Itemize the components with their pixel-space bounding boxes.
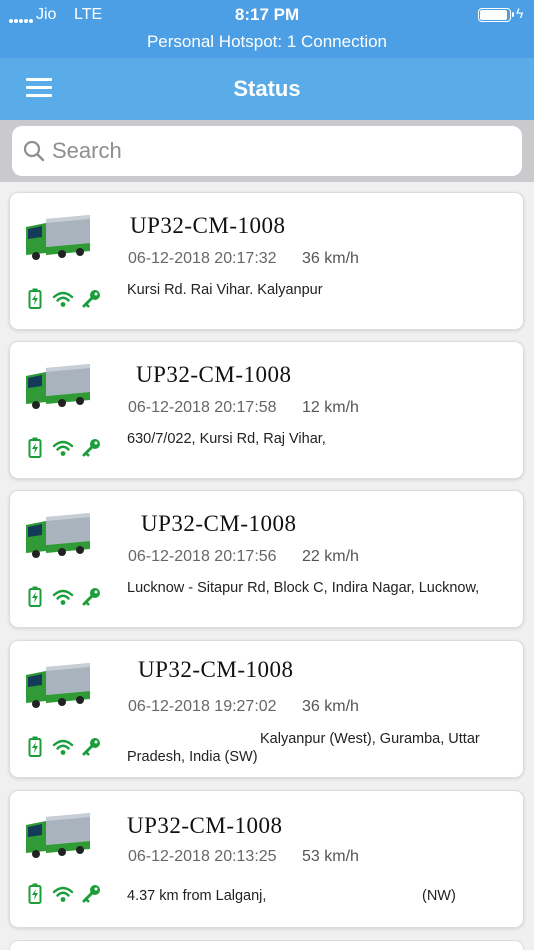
truck-icon xyxy=(26,663,90,708)
status-icons xyxy=(28,586,108,608)
ignition-key-icon xyxy=(82,290,100,308)
search-icon xyxy=(23,140,45,162)
last-update-time: 06-12-2018 20:17:58 xyxy=(128,399,277,416)
truck-icon xyxy=(26,215,90,260)
ignition-key-icon xyxy=(82,738,100,756)
vehicle-speed: 36 km/h xyxy=(302,698,359,715)
clock: 8:17 PM xyxy=(234,5,300,24)
vehicle-address: 4.37 km from Lalganj, xyxy=(127,888,267,904)
search-box[interactable] xyxy=(12,126,522,176)
last-update-time: 06-12-2018 20:17:56 xyxy=(128,548,277,565)
vehicle-card[interactable]: UP32-CM-1008 06-12-2018 20:17:32 36 km/h… xyxy=(9,192,524,330)
vehicle-plate: UP32-CM-1008 xyxy=(141,511,297,536)
vehicle-card[interactable]: UP32-CM-1008 06-12-2018 20:17:56 22 km/h… xyxy=(9,490,524,628)
truck-icon xyxy=(26,813,90,858)
vehicle-card[interactable]: UP32-CM-1008 06-12-2018 20:17:58 12 km/h… xyxy=(9,341,524,479)
battery-status-icon xyxy=(478,8,514,22)
vehicle-card[interactable] xyxy=(9,940,524,950)
vehicle-address: Kursi Rd. Rai Vihar. Kalyanpur xyxy=(127,282,323,298)
vehicle-plate: UP32-CM-1008 xyxy=(138,657,294,682)
vehicle-speed: 36 km/h xyxy=(302,250,359,267)
vehicle-card[interactable]: UP32-CM-1008 06-12-2018 20:13:25 53 km/h… xyxy=(9,790,524,928)
ignition-key-icon xyxy=(82,885,100,903)
vehicle-list: UP32-CM-1008 06-12-2018 20:17:32 36 km/h… xyxy=(0,182,534,950)
status-icons xyxy=(28,288,108,310)
last-update-time: 06-12-2018 20:17:32 xyxy=(128,250,277,267)
signal-icon xyxy=(52,886,74,902)
hotspot-banner[interactable]: Personal Hotspot: 1 Connection xyxy=(0,32,534,52)
signal-icon xyxy=(52,440,74,456)
vehicle-speed: 53 km/h xyxy=(302,848,359,865)
vehicle-speed: 22 km/h xyxy=(302,548,359,565)
battery-icon xyxy=(28,586,42,607)
vehicle-address: Lucknow - Sitapur Rd, Block C, Indira Na… xyxy=(127,580,480,596)
search-bar-container xyxy=(0,120,534,182)
heading-direction: (NW) xyxy=(422,888,456,904)
last-update-time: 06-12-2018 19:27:02 xyxy=(128,698,277,715)
navigation-bar: Status xyxy=(0,58,534,120)
truck-icon xyxy=(26,364,90,409)
battery-icon xyxy=(28,736,42,757)
vehicle-address: 630/7/022, Kursi Rd, Raj Vihar, xyxy=(127,431,326,447)
charging-bolt-icon: ϟ xyxy=(516,5,524,21)
vehicle-address-line1: Kalyanpur (West), Guramba, Uttar xyxy=(260,731,480,747)
vehicle-speed: 12 km/h xyxy=(302,399,359,416)
last-update-time: 06-12-2018 20:13:25 xyxy=(128,848,277,865)
battery-icon xyxy=(28,883,42,904)
status-icons xyxy=(28,736,108,758)
truck-icon xyxy=(26,513,90,558)
vehicle-address-line2: Pradesh, India (SW) xyxy=(127,749,258,765)
page-title: Status xyxy=(233,76,301,101)
battery-icon xyxy=(28,437,42,458)
vehicle-card[interactable]: UP32-CM-1008 06-12-2018 19:27:02 Kalyanp… xyxy=(9,640,524,778)
ignition-key-icon xyxy=(82,439,100,457)
status-icons xyxy=(28,883,108,905)
signal-icon xyxy=(52,291,74,307)
vehicle-plate: UP32-CM-1008 xyxy=(127,813,283,838)
ignition-key-icon xyxy=(82,588,100,606)
search-input[interactable] xyxy=(52,134,512,168)
vehicle-plate: UP32-CM-1008 xyxy=(130,213,286,238)
status-icons xyxy=(28,437,108,459)
status-bar: Jio LTE 8:17 PM ϟ Personal Hotspot: 1 Co… xyxy=(0,0,534,58)
signal-icon xyxy=(52,739,74,755)
signal-icon xyxy=(52,589,74,605)
battery-icon xyxy=(28,288,42,309)
vehicle-plate: UP32-CM-1008 xyxy=(136,362,292,387)
